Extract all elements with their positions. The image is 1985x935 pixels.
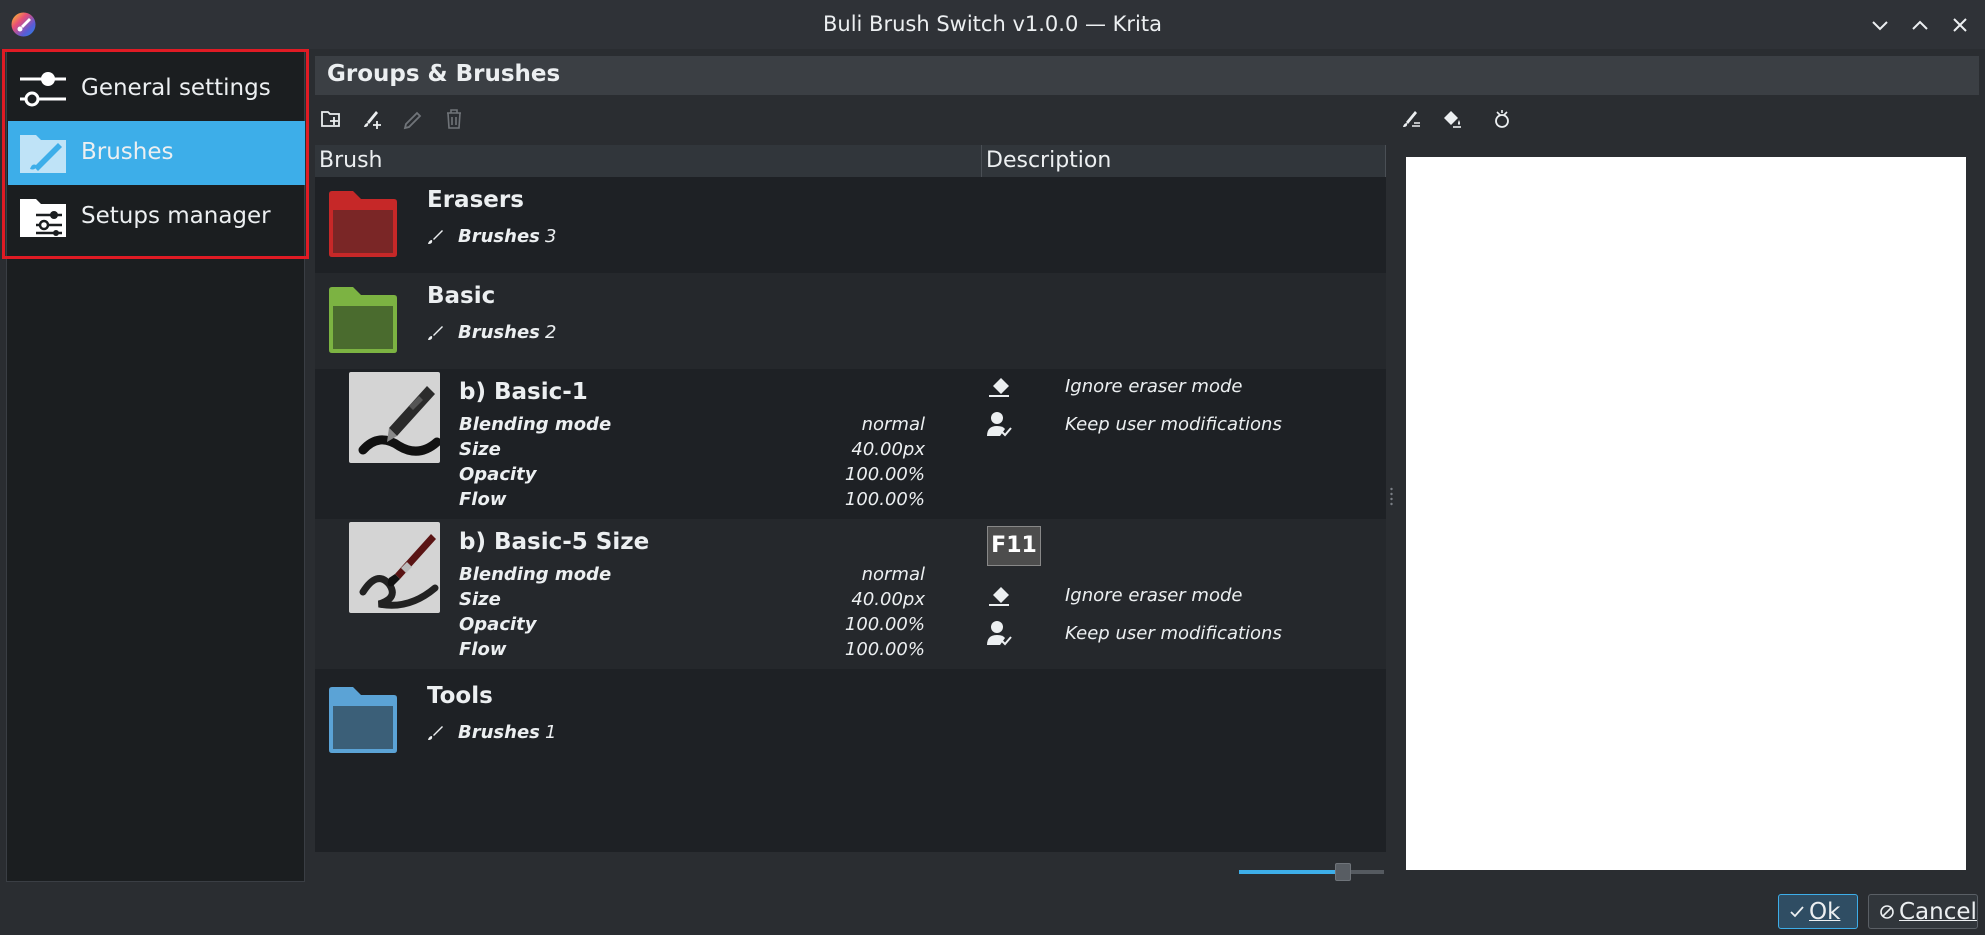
chevron-up-icon bbox=[1912, 20, 1928, 30]
delete-button[interactable] bbox=[439, 104, 469, 134]
check-icon bbox=[1789, 904, 1805, 920]
add-brush-button[interactable] bbox=[357, 104, 387, 134]
brush-settings-button[interactable] bbox=[1396, 104, 1426, 134]
section-header: Groups & Brushes bbox=[315, 56, 1979, 95]
cancel-button[interactable]: Cancel bbox=[1868, 894, 1978, 929]
brush-preview-canvas[interactable] bbox=[1406, 157, 1966, 870]
shortcut-badge: F11 bbox=[987, 526, 1041, 566]
prop-label: Size bbox=[459, 589, 501, 610]
brushes-label: Brushes bbox=[458, 722, 540, 743]
brush-settings-icon bbox=[1403, 111, 1420, 127]
description-text: Keep user modifications bbox=[1065, 623, 1282, 644]
zoom-slider[interactable] bbox=[1239, 863, 1384, 881]
page-title: Groups & Brushes bbox=[327, 61, 561, 87]
add-group-button[interactable] bbox=[316, 104, 346, 134]
group-row-tools[interactable]: Tools Brushes 1 bbox=[315, 673, 1386, 769]
brush-row-basic-5-size[interactable]: b) Basic-5 Size Blending mode normal Siz… bbox=[315, 519, 1386, 669]
group-name: Basic bbox=[427, 283, 496, 309]
description-text: Keep user modifications bbox=[1065, 414, 1282, 435]
title-bar: Buli Brush Switch v1.0.0 — Krita bbox=[0, 0, 1985, 49]
fill-icon bbox=[1444, 111, 1461, 128]
brushes-label: Brushes bbox=[458, 226, 540, 247]
brush-icon bbox=[427, 324, 445, 342]
prop-value: normal bbox=[861, 414, 925, 435]
minimize-button[interactable] bbox=[1866, 12, 1894, 38]
sidebar-item-setups-manager[interactable]: Setups manager bbox=[8, 185, 305, 249]
folder-icon bbox=[328, 286, 398, 354]
prop-value: 100.00% bbox=[844, 614, 925, 635]
prop-label: Flow bbox=[459, 639, 507, 660]
prop-value: 100.00% bbox=[844, 464, 925, 485]
add-group-icon bbox=[321, 111, 340, 127]
brush-thumbnail bbox=[349, 522, 440, 613]
column-header-brush[interactable]: Brush bbox=[315, 145, 982, 177]
prop-value: 40.00px bbox=[851, 589, 925, 610]
brush-row-basic-1[interactable]: b) Basic-1 Blending mode normal Size 40.… bbox=[315, 369, 1386, 519]
sidebar-item-label: Brushes bbox=[81, 139, 174, 165]
brushes-count: 2 bbox=[545, 322, 557, 343]
sidebar-item-brushes[interactable]: Brushes bbox=[8, 121, 305, 185]
splitter-handle[interactable] bbox=[1390, 486, 1393, 506]
edit-button[interactable] bbox=[398, 104, 428, 134]
prop-value: 100.00% bbox=[844, 639, 925, 660]
eraser-icon bbox=[985, 372, 1013, 400]
prop-label: Opacity bbox=[459, 464, 537, 485]
brush-thumbnail bbox=[349, 372, 440, 463]
window-title: Buli Brush Switch v1.0.0 — Krita bbox=[823, 12, 1162, 36]
group-row-basic[interactable]: Basic Brushes 2 bbox=[315, 273, 1386, 369]
group-name: Tools bbox=[427, 683, 493, 709]
sidebar-item-label: General settings bbox=[81, 75, 271, 101]
brushes-count: 3 bbox=[545, 226, 557, 247]
sidebar-item-label: Setups manager bbox=[81, 203, 271, 229]
sidebar-item-general-settings[interactable]: General settings bbox=[8, 57, 305, 121]
eraser-icon bbox=[985, 581, 1013, 609]
brush-icon bbox=[427, 724, 445, 742]
group-name: Erasers bbox=[427, 187, 524, 213]
slider-fill bbox=[1239, 870, 1344, 874]
sliders-icon bbox=[18, 65, 68, 113]
clean-icon bbox=[1495, 110, 1509, 128]
close-button[interactable] bbox=[1946, 12, 1974, 38]
brushes-count: 1 bbox=[545, 722, 557, 743]
description-text: Ignore eraser mode bbox=[1065, 376, 1243, 397]
prop-label: Opacity bbox=[459, 614, 537, 635]
prop-value: normal bbox=[861, 564, 925, 585]
prop-label: Blending mode bbox=[459, 564, 612, 585]
add-brush-icon bbox=[364, 111, 381, 129]
ok-button[interactable]: Ok bbox=[1778, 894, 1858, 929]
clean-button[interactable] bbox=[1487, 104, 1517, 134]
column-header-description[interactable]: Description bbox=[982, 145, 1386, 177]
brush-tree[interactable]: Brush Description Erasers Brushes 3 Basi… bbox=[315, 145, 1386, 852]
group-row-erasers[interactable]: Erasers Brushes 3 bbox=[315, 177, 1386, 273]
brushes-label: Brushes bbox=[458, 322, 540, 343]
cancel-label: Cancel bbox=[1899, 898, 1977, 925]
brush-name: b) Basic-5 Size bbox=[459, 529, 650, 555]
user-check-icon bbox=[985, 410, 1013, 438]
chevron-down-icon bbox=[1872, 21, 1888, 31]
folder-icon bbox=[328, 190, 398, 258]
prop-label: Flow bbox=[459, 489, 507, 510]
edit-icon bbox=[403, 111, 422, 130]
prop-label: Blending mode bbox=[459, 414, 612, 435]
ok-label: Ok bbox=[1809, 898, 1841, 925]
sidebar-nav: General settings Brushes Setups manager bbox=[6, 50, 305, 882]
prop-value: 100.00% bbox=[844, 489, 925, 510]
brush-name: b) Basic-1 bbox=[459, 379, 588, 405]
slider-handle[interactable] bbox=[1335, 863, 1352, 881]
fill-button[interactable] bbox=[1437, 104, 1467, 134]
prop-value: 40.00px bbox=[851, 439, 925, 460]
folder-icon bbox=[328, 686, 398, 754]
cancel-icon bbox=[1879, 904, 1895, 920]
close-icon bbox=[1953, 18, 1967, 32]
delete-icon bbox=[447, 109, 461, 129]
brush-icon bbox=[427, 228, 445, 246]
prop-label: Size bbox=[459, 439, 501, 460]
user-check-icon bbox=[985, 619, 1013, 647]
maximize-button[interactable] bbox=[1906, 12, 1934, 38]
description-text: Ignore eraser mode bbox=[1065, 585, 1243, 606]
brush-folder-icon bbox=[18, 129, 68, 177]
setup-folder-icon bbox=[18, 193, 68, 241]
